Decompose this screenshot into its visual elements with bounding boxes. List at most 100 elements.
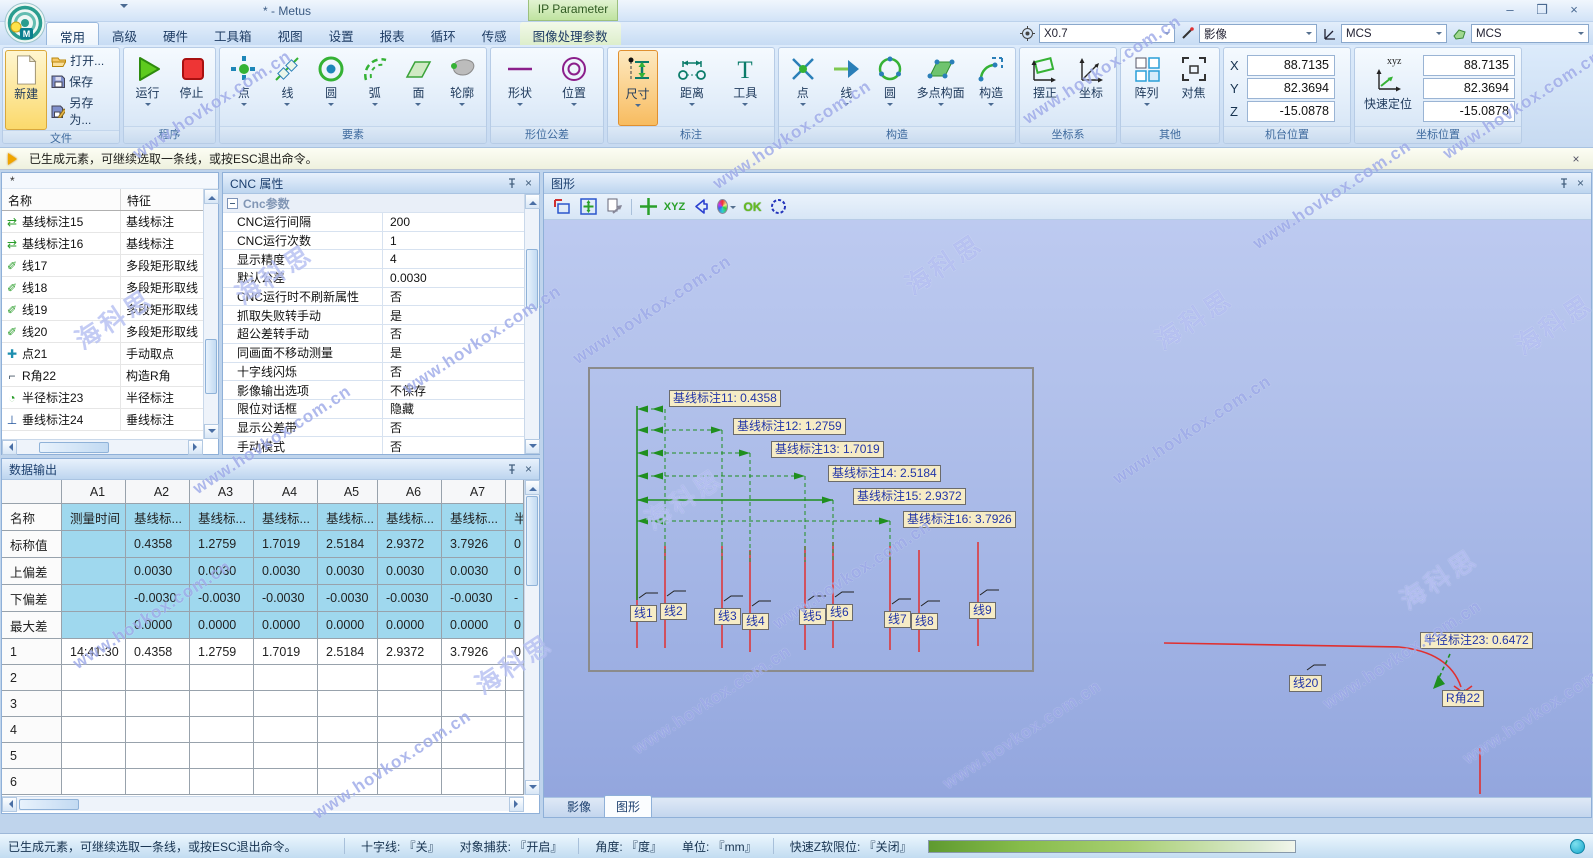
- crosshair-icon[interactable]: [639, 197, 658, 216]
- table-cell[interactable]: [318, 743, 378, 769]
- table-cell[interactable]: -0.0030: [378, 585, 442, 612]
- feature-row[interactable]: ⇄基线标注15基线标注: [2, 211, 203, 233]
- table-cell[interactable]: [318, 665, 378, 691]
- contextual-tab-header[interactable]: IP Parameter: [528, 0, 618, 21]
- pin-icon[interactable]: [507, 178, 517, 189]
- feature-row[interactable]: ✚点21手动取点: [2, 343, 203, 365]
- table-row[interactable]: 4: [2, 717, 523, 743]
- table-cell[interactable]: 基线标...: [126, 504, 190, 531]
- focus-button[interactable]: 对焦: [1175, 50, 1213, 126]
- table-cell[interactable]: [254, 743, 318, 769]
- feature-horizontal-scrollbar[interactable]: [2, 439, 203, 454]
- tab-shezhi[interactable]: 设置: [316, 22, 367, 45]
- property-value[interactable]: 1: [383, 234, 524, 248]
- table-cell[interactable]: [378, 691, 442, 717]
- feature-row[interactable]: ✐线20多段矩形取线: [2, 321, 203, 343]
- cnc-property-row[interactable]: CNC运行间隔200: [223, 213, 524, 232]
- table-cell[interactable]: 0.0030: [318, 558, 378, 585]
- table-cell[interactable]: 1.2759: [190, 639, 254, 665]
- table-cell[interactable]: [378, 665, 442, 691]
- table-cell[interactable]: -0.0030: [254, 585, 318, 612]
- table-row[interactable]: 2: [2, 665, 523, 691]
- line-label[interactable]: 线4: [742, 613, 769, 630]
- feature-vertical-scrollbar[interactable]: [203, 189, 218, 439]
- pen-icon[interactable]: [1178, 25, 1196, 43]
- property-value[interactable]: 否: [383, 363, 524, 380]
- element-arc-button[interactable]: 弧: [356, 50, 394, 126]
- table-cell[interactable]: 0.0030: [254, 558, 318, 585]
- table-cell[interactable]: [62, 585, 126, 612]
- table-cell[interactable]: [126, 717, 190, 743]
- table-cell[interactable]: [442, 717, 506, 743]
- line-label[interactable]: 线5: [799, 608, 826, 625]
- table-cell[interactable]: 0.0030: [126, 558, 190, 585]
- table-cell[interactable]: 测量时间: [62, 504, 126, 531]
- line-label[interactable]: 线7: [884, 611, 911, 628]
- table-cell[interactable]: 基线标...: [378, 504, 442, 531]
- column-header[interactable]: A6: [378, 480, 442, 504]
- table-cell[interactable]: 0.0000: [378, 612, 442, 639]
- fit-view-icon[interactable]: [579, 197, 598, 216]
- cnc-group-row[interactable]: Cnc参数: [223, 194, 539, 213]
- quick-position-button[interactable]: xyz 快速定位: [1357, 50, 1419, 126]
- data-horizontal-scrollbar[interactable]: [2, 796, 524, 811]
- tab-changyong[interactable]: 常用: [46, 22, 99, 45]
- tab-yingjian[interactable]: 硬件: [150, 22, 201, 45]
- table-cell[interactable]: -0.0030: [126, 585, 190, 612]
- dimension-label[interactable]: 基线标注11: 0.4358: [669, 390, 781, 407]
- table-cell[interactable]: 14:41:30: [62, 639, 126, 665]
- circle-tool-icon[interactable]: [769, 197, 788, 216]
- table-cell[interactable]: [254, 717, 318, 743]
- table-cell[interactable]: [190, 743, 254, 769]
- coordinate-system-icon[interactable]: [1450, 25, 1468, 43]
- cnc-property-row[interactable]: CNC运行次数1: [223, 232, 524, 251]
- element-profile-button[interactable]: 轮廓: [443, 50, 481, 126]
- tab-image-view[interactable]: 影像: [556, 796, 602, 817]
- annotate-tool-button[interactable]: T 工具: [726, 50, 764, 126]
- save-as-button[interactable]: 另存为...: [51, 94, 113, 128]
- table-row[interactable]: 上偏差0.00300.00300.00300.00300.00300.00300: [2, 558, 523, 585]
- table-cell[interactable]: 0: [506, 531, 524, 558]
- coord-z-value[interactable]: -15.0878: [1423, 101, 1515, 122]
- column-header[interactable]: A1: [62, 480, 126, 504]
- gdt-position-button[interactable]: 位置: [555, 50, 593, 126]
- table-cell[interactable]: 0.0000: [190, 612, 254, 639]
- cnc-vertical-scrollbar[interactable]: [524, 194, 539, 454]
- table-cell[interactable]: -0.0030: [442, 585, 506, 612]
- axis-icon[interactable]: [1320, 25, 1338, 43]
- table-cell[interactable]: [254, 665, 318, 691]
- run-button[interactable]: 运行: [129, 50, 167, 126]
- dimension-button[interactable]: 尺寸: [618, 50, 658, 126]
- restore-button[interactable]: ❒: [1531, 2, 1553, 18]
- array-button[interactable]: 阵列: [1128, 50, 1166, 126]
- minimize-button[interactable]: –: [1499, 2, 1521, 18]
- line-label[interactable]: 线2: [660, 603, 687, 620]
- table-cell[interactable]: 半: [506, 504, 524, 531]
- table-cell[interactable]: [190, 665, 254, 691]
- table-cell[interactable]: [378, 717, 442, 743]
- table-cell[interactable]: [126, 691, 190, 717]
- table-cell[interactable]: [126, 769, 190, 795]
- table-row[interactable]: 名称测量时间基线标...基线标...基线标...基线标...基线标...基线标.…: [2, 504, 523, 531]
- quick-access-arrow-icon[interactable]: [120, 4, 128, 12]
- table-row[interactable]: 下偏差-0.0030-0.0030-0.0030-0.0030-0.0030-0…: [2, 585, 523, 612]
- undo-view-icon[interactable]: [691, 197, 710, 216]
- column-header[interactable]: A5: [318, 480, 378, 504]
- table-cell[interactable]: 2.5184: [318, 531, 378, 558]
- cnc-property-row[interactable]: 十字线闪烁否: [223, 363, 524, 382]
- dimension-label[interactable]: 基线标注14: 2.5184: [828, 465, 941, 482]
- column-header-name[interactable]: 名称: [2, 189, 120, 210]
- mcs-combo-1[interactable]: MCS: [1341, 24, 1447, 43]
- cnc-property-row[interactable]: CNC运行时不刷新属性否: [223, 288, 524, 307]
- cnc-property-row[interactable]: 显示精度4: [223, 250, 524, 269]
- construct-multiface-button[interactable]: 多点构面: [915, 50, 967, 126]
- collapse-icon[interactable]: [227, 198, 238, 209]
- property-value[interactable]: 是: [383, 307, 524, 324]
- table-cell[interactable]: -0.0030: [318, 585, 378, 612]
- tab-baobiao[interactable]: 报表: [367, 22, 418, 45]
- data-vertical-scrollbar[interactable]: [524, 480, 539, 795]
- table-cell[interactable]: 0.0030: [442, 558, 506, 585]
- table-cell[interactable]: 2.5184: [318, 639, 378, 665]
- message-close-icon[interactable]: ×: [1567, 152, 1585, 166]
- graphics-panel-close-icon[interactable]: ×: [1577, 176, 1584, 190]
